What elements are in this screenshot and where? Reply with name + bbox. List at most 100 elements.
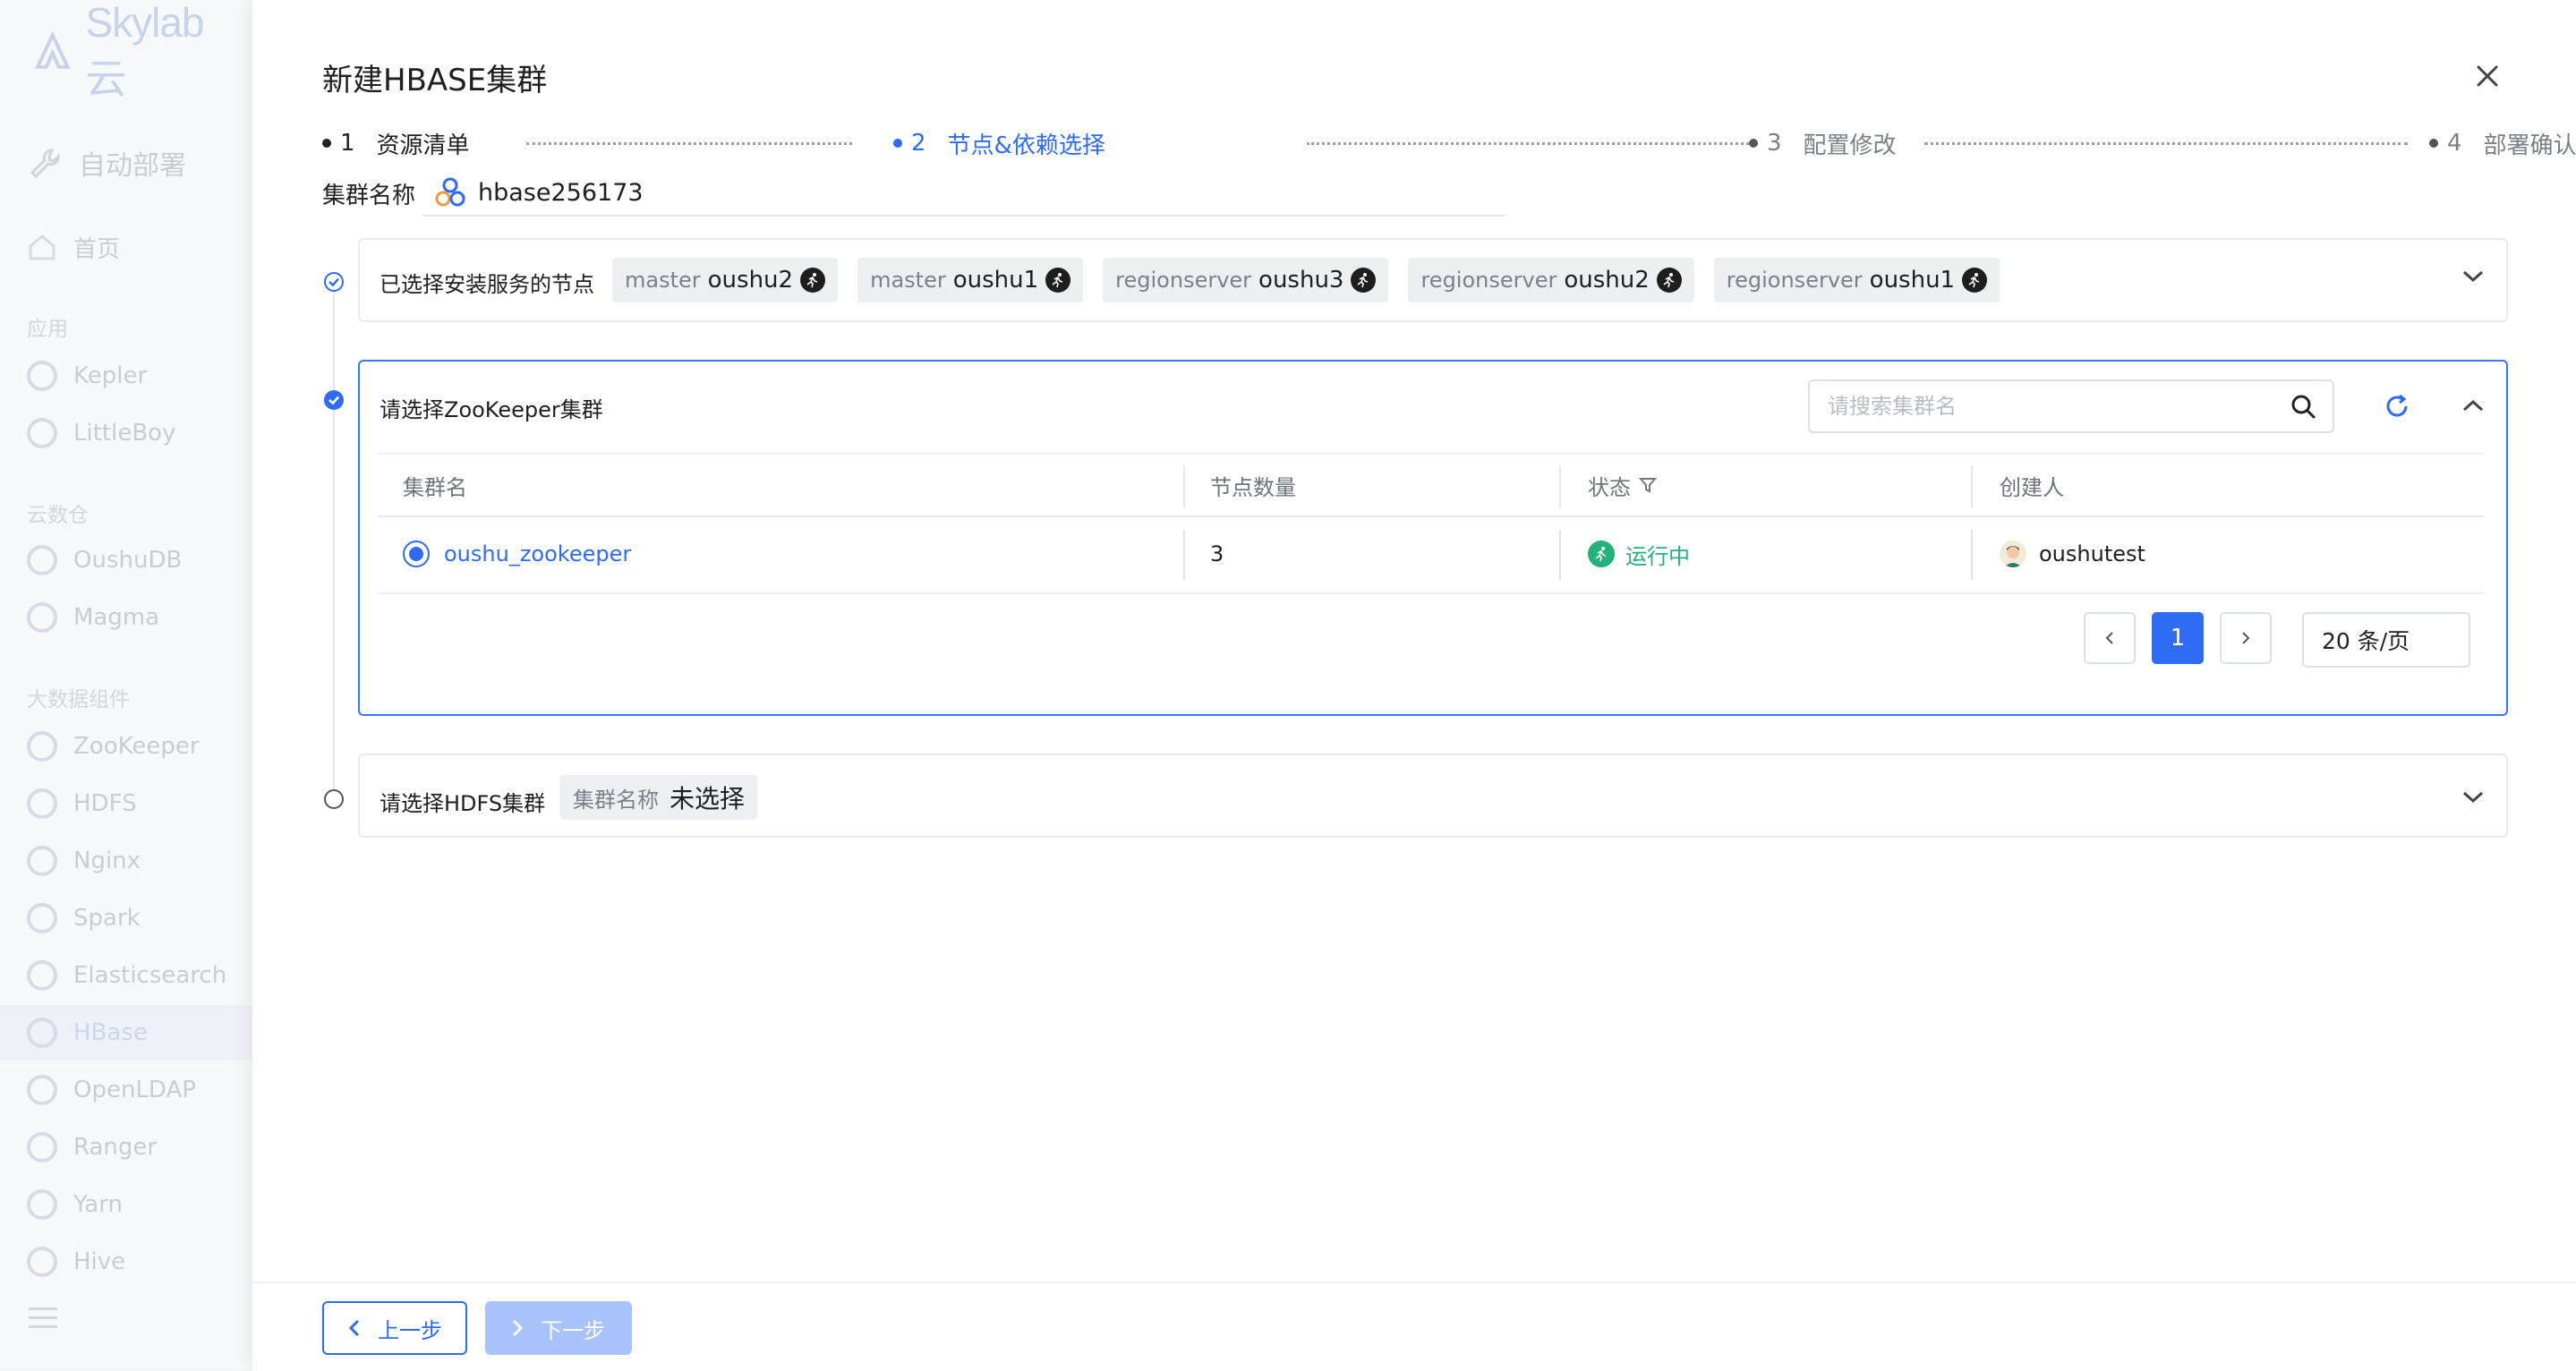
cluster-name-value: hbase256173 (478, 178, 644, 207)
sidebar-item-label: 首页 (73, 235, 121, 263)
column-header-creator: 创建人 (2000, 474, 2064, 500)
radio-dot (409, 547, 423, 561)
check-circle-outline-icon (324, 272, 344, 292)
chevron-down-icon[interactable] (2461, 789, 2485, 805)
step-label: 资源清单 (376, 132, 470, 159)
column-divider (1971, 530, 1973, 580)
step-number: 1 (340, 130, 355, 157)
hdfs-tag-value: 未选择 (670, 784, 746, 813)
timeline-line (333, 281, 335, 800)
close-icon[interactable] (2474, 63, 2501, 89)
sidebar-item-auto-deploy[interactable]: 自动部署 (27, 143, 186, 183)
column-divider (1559, 465, 1561, 508)
yarn-icon (27, 1189, 57, 1220)
sidebar-item-oushudb[interactable]: OushuDB (27, 542, 182, 578)
step-dot (1749, 139, 1758, 148)
cluster-name-field[interactable]: hbase256173 (422, 170, 1506, 217)
node-tag: master oushu1 (857, 258, 1084, 302)
sidebar-item-label: HDFS (73, 790, 137, 817)
cluster-table-header: 集群名 节点数量 状态 创建人 (378, 453, 2485, 517)
step-3[interactable]: 3 配置修改 (1749, 125, 1897, 161)
chevron-up-icon[interactable] (2461, 397, 2485, 413)
step-number: 4 (2447, 130, 2462, 157)
step-number: 3 (1767, 130, 1782, 157)
search-icon[interactable] (2290, 393, 2316, 420)
hbase-icon (27, 1018, 57, 1048)
sidebar-item-hbase[interactable]: HBase (27, 1015, 148, 1051)
step-label: 配置修改 (1803, 132, 1897, 159)
sidebar-item-label: LittleBoy (73, 420, 176, 447)
sidebar-item-elasticsearch[interactable]: Elasticsearch (27, 958, 226, 993)
column-header-status-label: 状态 (1588, 474, 1631, 500)
prev-step-label: 上一步 (378, 1317, 442, 1343)
app-logo: Skylab 云 (32, 0, 252, 102)
next-step-button[interactable]: 下一步 (485, 1301, 632, 1355)
node-role: regionserver (1420, 268, 1557, 293)
step-4[interactable]: 4 部署确认 (2429, 125, 2576, 161)
spark-icon (27, 903, 57, 933)
hdfs-card: 请选择HDFS集群 集群名称 未选择 (358, 754, 2508, 838)
oushudb-icon (27, 545, 57, 575)
node-host: oushu2 (707, 267, 794, 294)
step-divider (1924, 142, 2408, 145)
running-man-icon (1351, 268, 1377, 293)
filter-icon[interactable] (1638, 475, 1658, 495)
cluster-name-link[interactable]: oushu_zookeeper (444, 541, 631, 566)
node-host: oushu2 (1564, 267, 1650, 294)
step-1[interactable]: 1 资源清单 (322, 125, 470, 161)
sidebar-item-label: Elasticsearch (73, 962, 227, 989)
row-radio[interactable] (403, 541, 430, 567)
sidebar-item-label: Kepler (73, 362, 148, 389)
column-divider (1559, 530, 1561, 580)
sidebar-item-label: 自动部署 (79, 150, 186, 182)
cell-cluster-name: oushu_zookeeper (403, 515, 631, 592)
node-tag: regionserver oushu1 (1713, 258, 2000, 302)
step-2[interactable]: 2 节点&依赖选择 (893, 125, 1105, 161)
chevron-right-icon (512, 1319, 524, 1337)
node-role: regionserver (1726, 268, 1863, 293)
sidebar-item-yarn[interactable]: Yarn (27, 1187, 123, 1222)
sidebar-item-openldap[interactable]: OpenLDAP (27, 1072, 196, 1108)
step-dot (2429, 139, 2438, 148)
node-role: regionserver (1115, 268, 1252, 293)
cluster-search-input[interactable] (1826, 393, 2290, 420)
sidebar-item-hive[interactable]: Hive (27, 1244, 125, 1280)
sidebar-item-nginx[interactable]: Nginx (27, 843, 141, 879)
sidebar-item-hdfs[interactable]: HDFS (27, 786, 137, 822)
page-size-select[interactable]: 20 条/页 (2302, 612, 2470, 668)
modal-footer: 上一步 下一步 (252, 1282, 2576, 1371)
menu-collapse-icon[interactable] (29, 1307, 57, 1330)
sidebar-item-kepler[interactable]: Kepler (27, 358, 147, 394)
running-man-icon (1656, 268, 1682, 293)
empty-circle-icon (324, 789, 344, 809)
chevron-left-icon (348, 1319, 360, 1337)
node-tag: regionserver oushu2 (1408, 258, 1694, 302)
elasticsearch-icon (27, 960, 57, 991)
avatar (2000, 541, 2026, 567)
sidebar-item-ranger[interactable]: Ranger (27, 1129, 157, 1165)
cluster-search-box[interactable] (1808, 379, 2334, 433)
hbase-cluster-icon (435, 177, 465, 207)
table-row[interactable]: oushu_zookeeper 3 运行中 oushutest (378, 515, 2485, 594)
sidebar-item-spark[interactable]: Spark (27, 900, 141, 936)
pagination-page-1[interactable]: 1 (2152, 612, 2204, 664)
chevron-down-icon[interactable] (2461, 268, 2485, 285)
sidebar-item-zookeeper[interactable]: ZooKeeper (27, 728, 200, 764)
sidebar-item-littleboy[interactable]: LittleBoy (27, 415, 175, 451)
refresh-icon[interactable] (2383, 392, 2411, 421)
littleboy-icon (27, 418, 57, 448)
sidebar-item-label: Ranger (73, 1134, 158, 1161)
cell-status: 运行中 (1588, 515, 1690, 592)
nginx-icon (27, 846, 57, 876)
sidebar-item-home[interactable]: 首页 (27, 229, 120, 265)
sidebar-item-magma[interactable]: Magma (27, 600, 159, 635)
chevron-right-icon (2242, 632, 2250, 644)
step-divider (526, 142, 852, 145)
pagination-next-button[interactable] (2220, 612, 2272, 664)
stepper: 1 资源清单 2 节点&依赖选择 3 配置修改 4 部署确认 (322, 125, 2576, 161)
step-label: 部署确认 (2483, 132, 2576, 159)
pagination-prev-button[interactable] (2084, 612, 2136, 664)
prev-step-button[interactable]: 上一步 (322, 1301, 467, 1355)
running-man-icon (1962, 268, 1988, 293)
hive-icon (27, 1247, 57, 1277)
